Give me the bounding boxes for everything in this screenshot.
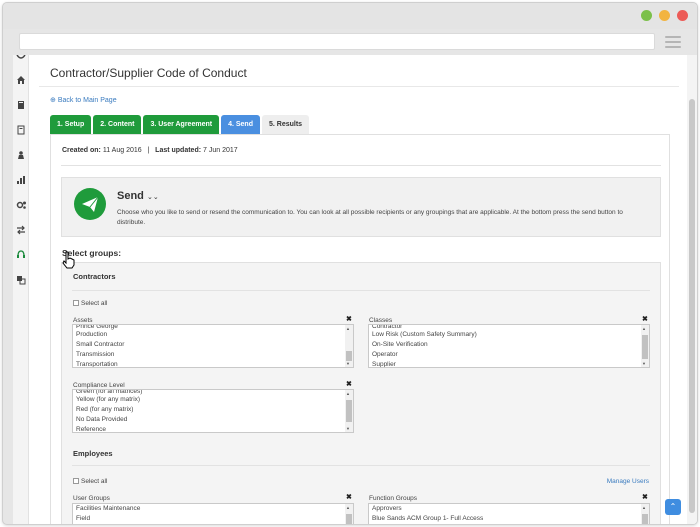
list-item[interactable]: Supplier [369,360,649,367]
hamburger-menu-icon[interactable] [665,36,681,48]
transfer-icon[interactable] [15,225,27,237]
listbox-scrollbar[interactable]: ▲ ▼ [641,325,649,367]
tab-content[interactable]: 2. Content [93,115,142,134]
document-icon[interactable] [15,125,27,137]
select-all-contractors[interactable]: Select all [73,300,107,307]
tab-user-agreement[interactable]: 3. User Agreement [143,115,220,134]
main-content: Contractor/Supplier Code of Conduct ⊕ Ba… [39,55,689,524]
hand-cursor-icon [61,251,77,269]
clear-assets-icon[interactable]: ✖ [346,315,352,323]
wizard-tabs: 1. Setup 2. Content 3. User Agreement 4.… [50,115,311,134]
divider [72,465,650,466]
translate-icon[interactable] [15,275,27,287]
home-icon[interactable] [15,75,27,87]
listbox-scrollbar[interactable]: ▲ ▼ [345,325,353,367]
classes-label: Classes [369,317,393,324]
tab-results[interactable]: 5. Results [261,115,310,134]
circle-arrow-left-icon: ⊕ [50,97,56,104]
listbox-scrollbar[interactable]: ▲ [345,504,353,524]
bar-chart-icon[interactable] [15,175,27,187]
select-all-label: Select all [81,478,108,485]
divider [39,86,679,87]
page-title: Contractor/Supplier Code of Conduct [50,66,247,80]
list-item[interactable]: Transmission [73,350,353,360]
chevron-down-icon[interactable]: ⌄⌄ [147,194,159,201]
title-bar [3,3,697,29]
list-item[interactable]: Facilities Maintenance [73,504,353,514]
assets-label: Assets [73,317,93,324]
list-item[interactable]: Low Risk (Custom Safety Summary) [369,330,649,340]
divider [72,290,650,291]
list-item[interactable]: Production [73,330,353,340]
compliance-level-listbox[interactable]: Green (for all matrices) Yellow (for any… [72,389,354,433]
compliance-level-label: Compliance Level [73,382,125,389]
user-groups-label: User Groups [73,495,110,502]
created-label: Created on: [62,147,101,154]
list-item[interactable]: Blue Sands ACM Group 1- Full Access [369,514,649,524]
page-scrollbar[interactable] [687,55,697,524]
manage-users-link[interactable]: Manage Users [607,478,649,485]
created-value: 11 Aug 2016 [102,147,142,154]
list-item[interactable]: Approvers [369,504,649,514]
assets-listbox[interactable]: Prince George Production Small Contracto… [72,324,354,368]
list-item[interactable]: On-Site Verification [369,340,649,350]
send-info-box: Send ⌄⌄ Choose who you like to send or r… [61,177,661,237]
send-description: Choose who you like to send or resend th… [117,209,623,226]
list-item[interactable]: Field [73,514,353,524]
address-bar[interactable] [19,33,655,50]
gears-icon[interactable] [15,200,27,212]
send-title: Send ⌄⌄ [117,190,159,202]
send-title-text: Send [117,190,144,202]
list-item[interactable]: No Data Provided [73,415,353,425]
divider [61,165,661,166]
checkbox[interactable] [73,478,79,484]
updated-label: Last updated: [155,147,202,154]
contractors-heading: Contractors [73,272,116,281]
meta-info: Created on: 11 Aug 2016 | Last updated: … [62,147,238,154]
clear-function-groups-icon[interactable]: ✖ [642,493,648,501]
clear-user-groups-icon[interactable]: ✖ [346,493,352,501]
listbox-scrollbar[interactable]: ▲ ▼ [345,390,353,432]
list-item[interactable]: Transportation [73,360,353,367]
close-button[interactable] [677,10,688,21]
send-panel: Created on: 11 Aug 2016 | Last updated: … [50,134,670,524]
list-item[interactable]: Red (for any matrix) [73,405,353,415]
scroll-to-top-button[interactable]: ⌃ [665,499,681,515]
person-icon[interactable] [15,150,27,162]
chevron-up-icon: ⌃ [669,502,677,511]
clear-classes-icon[interactable]: ✖ [642,315,648,323]
clear-compliance-icon[interactable]: ✖ [346,380,352,388]
scrollbar-thumb[interactable] [689,99,695,513]
listbox-scrollbar[interactable]: ▲ [641,504,649,524]
updated-value: 7 Jun 2017 [203,147,238,154]
back-to-main-link[interactable]: ⊕ Back to Main Page [50,96,117,104]
user-groups-listbox[interactable]: Facilities Maintenance Field ▲ [72,503,354,524]
list-item[interactable]: Operator [369,350,649,360]
function-groups-listbox[interactable]: Approvers Blue Sands ACM Group 1- Full A… [368,503,650,524]
maximize-button[interactable] [641,10,652,21]
select-all-employees[interactable]: Select all [73,478,107,485]
minimize-button[interactable] [659,10,670,21]
browser-window: Contractor/Supplier Code of Conduct ⊕ Ba… [2,2,698,525]
checkbox[interactable] [73,300,79,306]
select-all-label: Select all [81,300,108,307]
function-groups-label: Function Groups [369,495,418,502]
tab-setup[interactable]: 1. Setup [50,115,92,134]
list-item[interactable]: Yellow (for any matrix) [73,395,353,405]
page-viewport: Contractor/Supplier Code of Conduct ⊕ Ba… [13,55,697,524]
list-item[interactable]: Small Contractor [73,340,353,350]
left-sidebar [13,55,29,524]
send-icon [74,188,106,220]
employees-heading: Employees [73,449,113,458]
back-link-label: Back to Main Page [57,97,117,104]
logo-icon[interactable] [15,55,27,63]
groups-container: Contractors Select all Assets ✖ Prince G… [61,262,661,524]
list-item[interactable]: Reference [73,425,353,432]
classes-listbox[interactable]: Contractor Low Risk (Custom Safety Summa… [368,324,650,368]
headset-icon[interactable] [15,250,27,262]
tab-send[interactable]: 4. Send [221,115,260,134]
book-icon[interactable] [15,100,27,112]
